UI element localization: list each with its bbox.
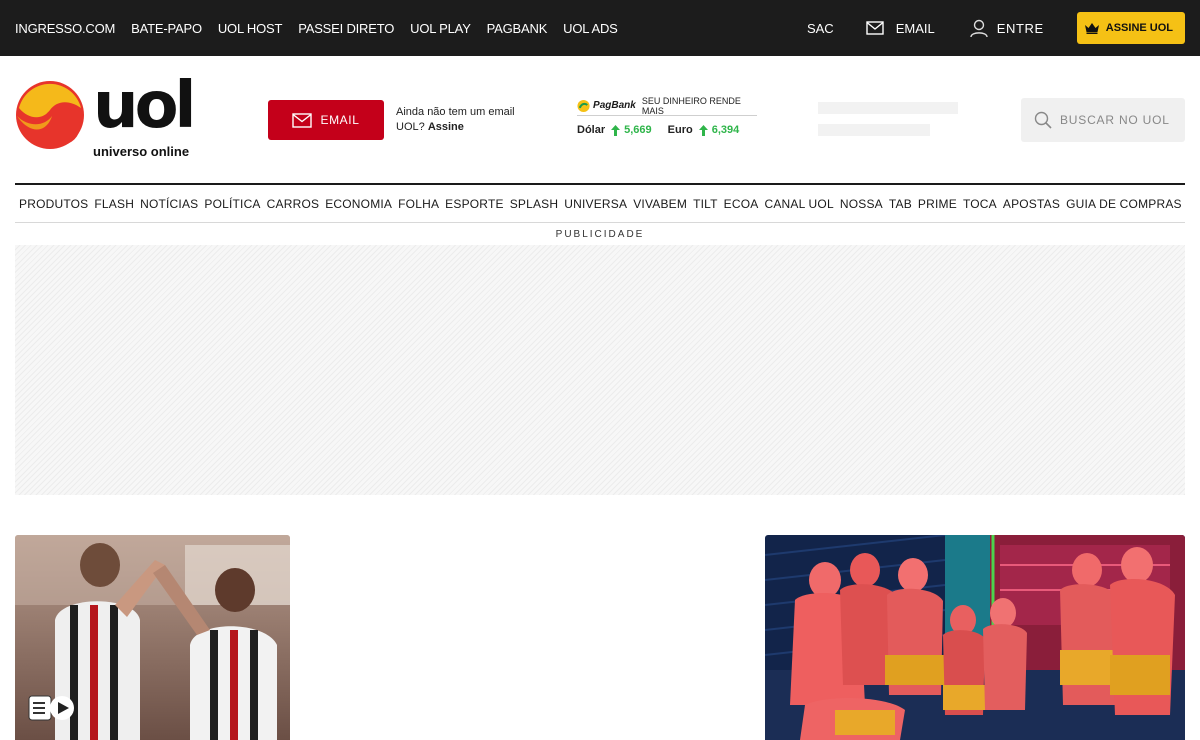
loading-placeholder	[818, 102, 958, 114]
user-icon	[970, 19, 988, 38]
uol-logo[interactable]: uol universo online	[15, 74, 215, 164]
email-button[interactable]: EMAIL	[268, 100, 384, 140]
top-links: INGRESSO.COM BATE-PAPO UOL HOST PASSEI D…	[15, 0, 634, 56]
top-link-uol-ads[interactable]: UOL ADS	[563, 21, 618, 36]
nav-item-vivabem[interactable]: VIVABEM	[633, 197, 687, 211]
video-play-icon[interactable]	[28, 694, 76, 722]
ad-slot[interactable]	[15, 245, 1185, 495]
search-box[interactable]	[1021, 98, 1185, 142]
nav-item-toca[interactable]: TOCA	[963, 197, 997, 211]
nav-item-splash[interactable]: SPLASH	[510, 197, 559, 211]
nav-item-ecoa[interactable]: ECOA	[724, 197, 759, 211]
pagbank-tagline: SEU DINHEIRO RENDE MAIS	[641, 95, 741, 116]
rate-euro: Euro 6,394	[668, 124, 740, 136]
rate-label: Dólar	[577, 124, 606, 136]
nav-item-noticias[interactable]: NOTÍCIAS	[140, 197, 198, 211]
pagbank-widget[interactable]: PagBank SEU DINHEIRO RENDE MAIS Dólar 5,…	[577, 95, 757, 136]
uol-logo-mark-icon	[16, 81, 84, 149]
top-link-uol-play[interactable]: UOL PLAY	[410, 21, 471, 36]
top-link-uol-host[interactable]: UOL HOST	[218, 21, 283, 36]
story-image-football[interactable]	[15, 535, 290, 740]
nav-item-folha[interactable]: FOLHA	[398, 197, 439, 211]
rate-label: Euro	[667, 124, 693, 136]
email-hint-assine-link[interactable]: Assine	[428, 121, 464, 133]
crown-icon	[1084, 22, 1099, 34]
pagbank-logo-icon	[577, 99, 590, 112]
nav-item-guia-de-compras[interactable]: GUIA DE COMPRAS	[1066, 197, 1182, 211]
login-label: ENTRE	[996, 20, 1044, 36]
currency-rates: Dólar 5,669 Euro 6,394	[577, 124, 757, 136]
top-link-passei-direto[interactable]: PASSEI DIRETO	[298, 21, 394, 36]
rate-value: 6,394	[711, 124, 740, 136]
search-input[interactable]	[1060, 113, 1180, 127]
top-right-actions: SAC EMAIL ENTRE ASSINE UOL	[807, 0, 1185, 56]
nav-item-nossa[interactable]: NOSSA	[840, 197, 883, 211]
envelope-icon	[292, 112, 313, 128]
nav-item-produtos[interactable]: PRODUTOS	[19, 197, 88, 211]
email-button-label: EMAIL	[320, 113, 360, 127]
nav-item-flash[interactable]: FLASH	[94, 197, 134, 211]
ad-label: PUBLICIDADE	[555, 229, 645, 240]
illustration-photo	[765, 535, 1185, 740]
nav-item-esporte[interactable]: ESPORTE	[445, 197, 504, 211]
nav-item-politica[interactable]: POLÍTICA	[204, 197, 260, 211]
arrow-up-icon	[611, 124, 621, 136]
nav-item-canal-uol[interactable]: CANAL UOL	[764, 197, 833, 211]
story-image-illustration[interactable]	[765, 535, 1185, 740]
arrow-up-icon	[698, 124, 708, 136]
logo-tagline: universo online	[93, 144, 190, 159]
top-link-pagbank[interactable]: PAGBANK	[487, 21, 548, 36]
sac-link[interactable]: SAC	[807, 21, 834, 36]
top-link-ingresso[interactable]: INGRESSO.COM	[15, 21, 115, 36]
nav-item-prime[interactable]: PRIME	[918, 197, 957, 211]
nav-item-tab[interactable]: TAB	[889, 197, 912, 211]
nav-item-tilt[interactable]: TILT	[693, 197, 718, 211]
pagbank-name: PagBank	[593, 100, 636, 111]
top-link-bate-papo[interactable]: BATE-PAPO	[131, 21, 202, 36]
email-signup-hint: Ainda não tem um email UOL? Assine	[396, 105, 526, 135]
rate-dolar: Dólar 5,669	[577, 124, 652, 136]
nav-item-universa[interactable]: UNIVERSA	[564, 197, 627, 211]
top-email-link[interactable]: EMAIL	[865, 20, 935, 36]
search-icon	[1034, 111, 1052, 129]
logo-wordmark: uol	[93, 69, 196, 143]
top-email-label: EMAIL	[895, 20, 935, 36]
nav-item-carros[interactable]: CARROS	[267, 197, 320, 211]
nav-item-apostas[interactable]: APOSTAS	[1003, 197, 1060, 211]
top-bar: INGRESSO.COM BATE-PAPO UOL HOST PASSEI D…	[0, 0, 1200, 56]
pagbank-brand: PagBank SEU DINHEIRO RENDE MAIS	[577, 95, 757, 116]
loading-placeholder	[818, 124, 930, 136]
subscribe-label: ASSINE UOL	[1105, 22, 1173, 34]
envelope-icon	[865, 21, 884, 35]
subscribe-button[interactable]: ASSINE UOL	[1076, 12, 1185, 44]
rate-value: 5,669	[624, 124, 652, 136]
main-nav: PRODUTOS FLASH NOTÍCIAS POLÍTICA CARROS …	[15, 183, 1185, 223]
login-link[interactable]: ENTRE	[969, 18, 1044, 38]
nav-item-economia[interactable]: ECONOMIA	[325, 197, 392, 211]
